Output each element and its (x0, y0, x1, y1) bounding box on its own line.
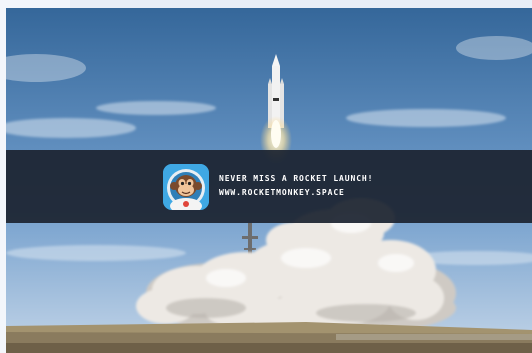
banner-headline: NEVER MISS A ROCKET LAUNCH! (219, 174, 374, 183)
video-player[interactable]: NEVER MISS A ROCKET LAUNCH! WWW.ROCKETMO… (6, 8, 532, 353)
browser-top-strip (70, 0, 532, 8)
monkey-astronaut-icon[interactable] (163, 164, 209, 210)
banner-url-link[interactable]: WWW.ROCKETMONKEY.SPACE (219, 186, 373, 200)
banner-text-block: NEVER MISS A ROCKET LAUNCH! WWW.ROCKETMO… (219, 172, 373, 200)
promo-banner: NEVER MISS A ROCKET LAUNCH! WWW.ROCKETMO… (6, 150, 532, 223)
